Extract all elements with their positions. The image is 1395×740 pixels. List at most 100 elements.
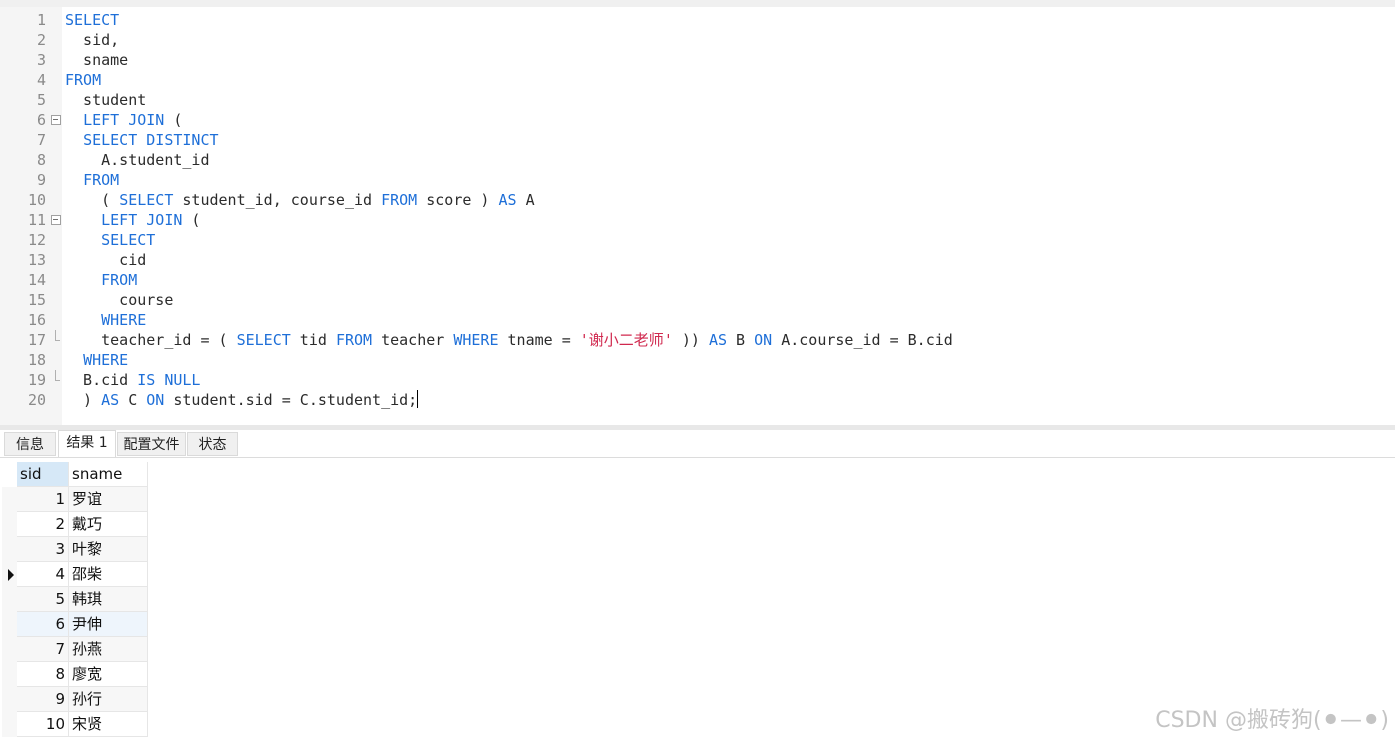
cell-sname[interactable]: 韩琪 xyxy=(69,587,148,612)
cell-sname[interactable]: 叶黎 xyxy=(69,537,148,562)
tab-info[interactable]: 信息 xyxy=(4,432,56,456)
sql-text: tid xyxy=(290,331,336,349)
text-caret xyxy=(417,390,419,408)
code-text: student xyxy=(65,90,146,110)
code-line[interactable]: 11 LEFT JOIN ( xyxy=(0,210,1395,230)
code-line[interactable]: 17 teacher_id = ( SELECT tid FROM teache… xyxy=(0,330,1395,350)
tab-status[interactable]: 状态 xyxy=(187,432,238,456)
sql-text: A.student_id xyxy=(65,151,210,169)
sql-keyword: FROM xyxy=(335,331,373,349)
code-line[interactable]: 18 WHERE xyxy=(0,350,1395,370)
code-line[interactable]: 7 SELECT DISTINCT xyxy=(0,130,1395,150)
sql-text: teacher xyxy=(372,331,454,349)
table-row[interactable]: 5 韩琪 xyxy=(0,587,148,612)
cell-sid[interactable]: 5 xyxy=(17,587,69,612)
sql-text: student xyxy=(65,91,147,109)
table-row[interactable]: 4 邵柴 xyxy=(0,562,148,587)
sql-text: course xyxy=(65,291,174,309)
cell-sid[interactable]: 1 xyxy=(17,487,69,512)
sql-keyword: LEFT JOIN xyxy=(83,111,165,129)
sql-text: score ) xyxy=(417,191,499,209)
code-line[interactable]: 19 B.cid IS NULL xyxy=(0,370,1395,390)
cell-sid[interactable]: 4 xyxy=(17,562,69,587)
table-row[interactable]: 2 戴巧 xyxy=(0,512,148,537)
code-line[interactable]: 3 sname xyxy=(0,50,1395,70)
sql-keyword: WHERE xyxy=(453,331,499,349)
tab-profile[interactable]: 配置文件 xyxy=(117,432,186,456)
code-line[interactable]: 5 student xyxy=(0,90,1395,110)
cell-sid[interactable]: 3 xyxy=(17,537,69,562)
tab-result-1[interactable]: 结果 1 xyxy=(58,430,116,457)
table-row[interactable]: 3 叶黎 xyxy=(0,537,148,562)
code-line[interactable]: 12 SELECT xyxy=(0,230,1395,250)
code-line[interactable]: 1 SELECT xyxy=(0,10,1395,30)
grid-header-row: sid sname xyxy=(0,462,148,487)
cell-sname[interactable]: 孙燕 xyxy=(69,637,148,662)
code-line[interactable]: 10 ( SELECT student_id, course_id FROM s… xyxy=(0,190,1395,210)
code-line[interactable]: 8 A.student_id xyxy=(0,150,1395,170)
row-indicator[interactable] xyxy=(2,587,17,612)
code-text: WHERE xyxy=(65,310,146,330)
cell-sname[interactable]: 廖宽 xyxy=(69,662,148,687)
code-line[interactable]: 13 cid xyxy=(0,250,1395,270)
sql-editor[interactable]: 1 SELECT 2 sid, 3 sname 4 FROM 5 student 6 LEFT… xyxy=(0,0,1395,425)
fold-end-marker-icon xyxy=(50,330,62,350)
code-line[interactable]: 16 WHERE xyxy=(0,310,1395,330)
line-number: 7 xyxy=(36,131,46,149)
table-row[interactable]: 1 罗谊 xyxy=(0,487,148,512)
cell-sname[interactable]: 戴巧 xyxy=(69,512,148,537)
row-indicator[interactable] xyxy=(2,487,17,512)
sql-keyword: FROM xyxy=(65,71,102,89)
code-text: SELECT xyxy=(65,230,155,250)
row-indicator[interactable] xyxy=(2,662,17,687)
sql-keyword: SELECT DISTINCT xyxy=(83,131,219,149)
fold-toggle-icon[interactable] xyxy=(50,110,62,130)
cell-sid[interactable]: 9 xyxy=(17,687,69,712)
cell-sid[interactable]: 10 xyxy=(17,712,69,737)
row-indicator[interactable] xyxy=(2,512,17,537)
line-number: 14 xyxy=(27,271,46,289)
table-row[interactable]: 8 廖宽 xyxy=(0,662,148,687)
fold-toggle-icon[interactable] xyxy=(50,210,62,230)
line-number: 6 xyxy=(36,111,46,129)
row-indicator[interactable] xyxy=(2,637,17,662)
cell-sid[interactable]: 2 xyxy=(17,512,69,537)
sql-text: )) xyxy=(672,331,709,349)
sql-text: C xyxy=(119,391,147,409)
row-indicator[interactable] xyxy=(2,687,17,712)
sql-keyword: WHERE xyxy=(101,311,147,329)
cell-sname[interactable]: 孙行 xyxy=(69,687,148,712)
line-number: 16 xyxy=(27,311,46,329)
code-line[interactable]: 15 course xyxy=(0,290,1395,310)
cell-sid[interactable]: 7 xyxy=(17,637,69,662)
cell-sid[interactable]: 8 xyxy=(17,662,69,687)
row-indicator[interactable] xyxy=(2,712,17,737)
cell-sname[interactable]: 罗谊 xyxy=(69,487,148,512)
cell-sname[interactable]: 宋贤 xyxy=(69,712,148,737)
cell-sid[interactable]: 6 xyxy=(17,612,69,637)
table-row[interactable]: 7 孙燕 xyxy=(0,637,148,662)
sql-text: A xyxy=(516,191,535,209)
row-indicator[interactable] xyxy=(2,537,17,562)
code-line[interactable]: 4 FROM xyxy=(0,70,1395,90)
sql-keyword: WHERE xyxy=(83,351,129,369)
cell-sname[interactable]: 尹伸 xyxy=(69,612,148,637)
code-line[interactable]: 6 LEFT JOIN ( xyxy=(0,110,1395,130)
column-header-sname[interactable]: sname xyxy=(69,462,148,487)
sql-keyword: SELECT xyxy=(65,11,120,29)
column-header-sid[interactable]: sid xyxy=(17,462,69,487)
code-line[interactable]: 9 FROM xyxy=(0,170,1395,190)
table-row[interactable]: 6 尹伸 xyxy=(0,612,148,637)
table-row[interactable]: 9 孙行 xyxy=(0,687,148,712)
code-line[interactable]: 2 sid, xyxy=(0,30,1395,50)
code-line[interactable]: 20 ) AS C ON student.sid = C.student_id; xyxy=(0,390,1395,410)
cell-sname[interactable]: 邵柴 xyxy=(69,562,148,587)
current-row-arrow-icon[interactable] xyxy=(2,562,17,587)
code-line[interactable]: 14 FROM xyxy=(0,270,1395,290)
row-indicator[interactable] xyxy=(2,612,17,637)
code-text: SELECT DISTINCT xyxy=(65,130,219,150)
table-row[interactable]: 10 宋贤 xyxy=(0,712,148,737)
